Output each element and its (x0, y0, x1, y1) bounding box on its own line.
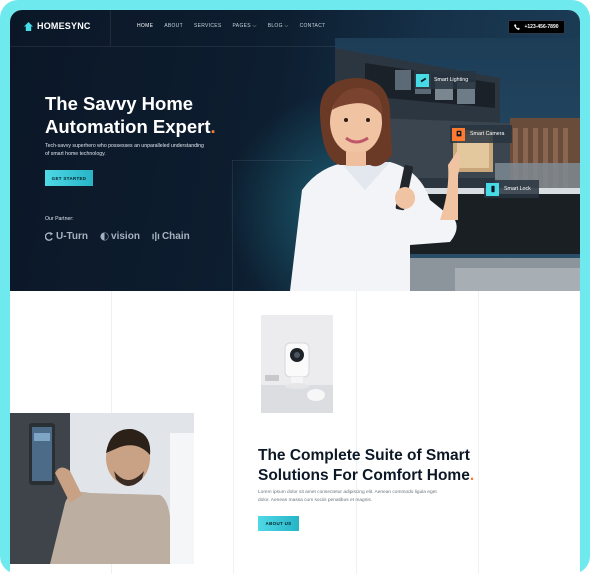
nav-item-home[interactable]: HOME (137, 23, 153, 29)
brand-logo[interactable]: HOMESYNC (24, 21, 91, 31)
light-icon (416, 73, 429, 87)
smart-camera-label: Smart Camera (470, 131, 505, 137)
hero-section: HOMESYNC HOME ABOUT SERVICES PAGES ⌵ BLO… (10, 10, 580, 291)
partner-uturn-label: U-Turn (56, 231, 89, 242)
grid-line (233, 291, 234, 574)
nav-item-services[interactable]: SERVICES (194, 23, 222, 29)
about-title: The Complete Suite of Smart Solutions Fo… (258, 446, 508, 485)
hero-subtitle: Tech-savvy superhero who possesses an un… (45, 143, 204, 157)
about-title-line2: Solutions For Comfort Home (258, 466, 470, 484)
chain-icon (152, 232, 160, 241)
hero-title-line1: The Savvy Home (45, 93, 194, 114)
hero-title: The Savvy Home Automation Expert. (45, 92, 275, 138)
about-us-button[interactable]: ABOUT US (258, 516, 299, 531)
nav-item-about[interactable]: ABOUT (164, 23, 183, 29)
smart-camera-image (261, 315, 333, 413)
partner-label: Our Partner: (45, 216, 74, 222)
man-tablet-image (10, 413, 194, 564)
uturn-icon (45, 232, 54, 241)
nav-item-contact[interactable]: CONTACT (300, 23, 326, 29)
grid-line (478, 291, 479, 574)
partner-chain-label: Chain (161, 231, 190, 242)
partner-uturn: U-Turn (45, 231, 88, 242)
nav-item-blog[interactable]: BLOG ⌵ (268, 23, 289, 29)
smart-camera-tag: Smart Camera (450, 125, 513, 143)
house-logo-icon (24, 21, 33, 31)
smart-lighting-tag: Smart Lighting (414, 71, 477, 89)
phone-button[interactable]: +123-456-7890 (508, 20, 565, 34)
smart-lighting-label: Smart Lighting (434, 77, 469, 83)
hero-title-dot: . (210, 116, 216, 137)
woman-image (290, 78, 460, 291)
about-text: Lorem ipsum dolor sit amet consectetur a… (258, 490, 437, 503)
phone-number: +123-456-7890 (524, 24, 559, 30)
about-title-line1: The Complete Suite of Smart (258, 447, 470, 464)
phone-icon (514, 24, 521, 30)
partner-chain: Chain (152, 231, 190, 242)
grid-line (232, 160, 233, 291)
lock-icon (486, 182, 499, 196)
partner-vision: vision (100, 231, 140, 242)
web-page: HOMESYNC HOME ABOUT SERVICES PAGES ⌵ BLO… (10, 10, 580, 574)
nav-item-pages[interactable]: PAGES ⌵ (233, 23, 257, 29)
about-title-dot: . (469, 466, 475, 484)
camera-icon (452, 127, 465, 141)
navbar: HOMESYNC HOME ABOUT SERVICES PAGES ⌵ BLO… (10, 10, 580, 46)
grid-line (10, 46, 336, 47)
vision-icon (100, 232, 109, 241)
partner-vision-label: vision (111, 231, 140, 242)
brand-name: HOMESYNC (37, 21, 91, 31)
main-nav: HOME ABOUT SERVICES PAGES ⌵ BLOG ⌵ CONTA… (137, 23, 325, 29)
get-started-button[interactable]: GET STARTED (45, 170, 93, 186)
grid-line (356, 291, 357, 574)
hero-title-line2: Automation Expert (45, 116, 211, 137)
smart-lock-tag: Smart Lock (484, 180, 539, 198)
partner-logos: U-Turn vision Chain (45, 231, 190, 242)
smart-lock-label: Smart Lock (504, 186, 531, 192)
